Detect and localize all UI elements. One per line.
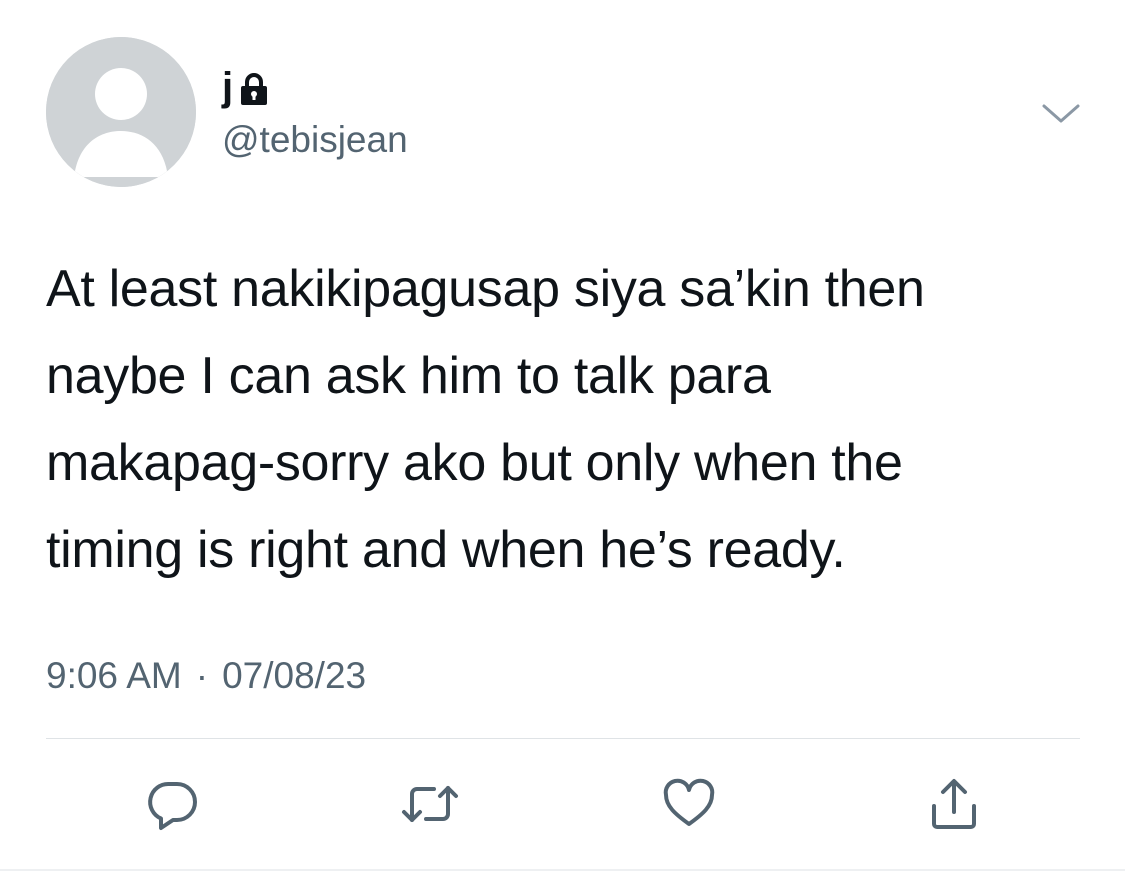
- divider: [46, 738, 1080, 739]
- avatar[interactable]: [46, 37, 196, 187]
- share-button[interactable]: [918, 768, 990, 840]
- reply-button[interactable]: [137, 768, 209, 840]
- chevron-down-icon: [1042, 104, 1080, 123]
- tweet-text-line: At least nakikipagusap siya sa’kin then: [46, 260, 925, 318]
- action-bar: [0, 768, 1125, 840]
- display-name[interactable]: j: [222, 64, 233, 110]
- tweet-text-line: naybe I can ask him to talk para: [46, 347, 771, 405]
- retweet-button[interactable]: [394, 768, 466, 840]
- tweet-time: 9:06 AM: [46, 655, 182, 696]
- tweet-menu-button[interactable]: [1040, 98, 1082, 128]
- lock-icon: [239, 72, 269, 106]
- heart-icon: [663, 778, 715, 826]
- tweet-text-line: timing is right and when he’s ready.: [46, 521, 846, 579]
- reply-icon: [148, 781, 197, 830]
- tweet-text: At least nakikipagusap siya sa’kin then …: [46, 246, 1106, 594]
- meta-separator: ·: [195, 655, 209, 696]
- like-button[interactable]: [653, 768, 725, 840]
- name-row: j: [222, 64, 269, 110]
- tweet-text-line: makapag-sorry ako but only when the: [46, 434, 903, 492]
- default-avatar-icon: [46, 37, 196, 187]
- tweet-date: 07/08/23: [222, 655, 367, 696]
- user-handle[interactable]: @tebisjean: [222, 118, 408, 162]
- tweet-timestamp[interactable]: 9:06 AM · 07/08/23: [46, 648, 366, 704]
- retweet-icon: [402, 786, 458, 822]
- share-icon: [932, 779, 976, 829]
- tweet-card: j @tebisjean At least nakikipagusap siya…: [0, 0, 1125, 871]
